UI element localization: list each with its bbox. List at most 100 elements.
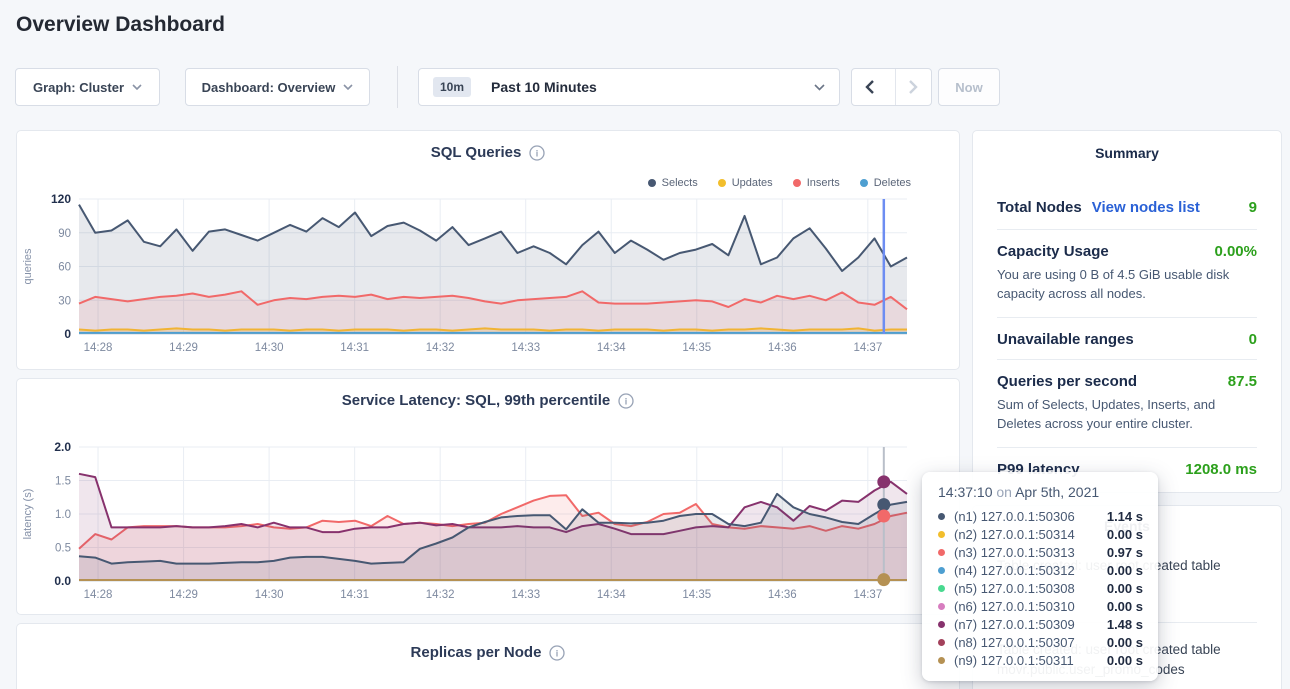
node-color-dot-icon <box>938 531 945 538</box>
service-latency-panel: Service Latency: SQL, 99th percentile i … <box>16 378 960 615</box>
svg-text:14:33: 14:33 <box>511 589 540 601</box>
svg-text:14:34: 14:34 <box>597 589 626 601</box>
qps-label: Queries per second <box>997 373 1137 390</box>
graph-dropdown-label: Graph: Cluster <box>33 80 124 95</box>
node-color-dot-icon <box>938 567 945 574</box>
tooltip-node-row: (n2) 127.0.0.1:50314 0.00 s <box>938 525 1143 543</box>
time-nav-arrows <box>851 68 932 106</box>
node-latency-value: 0.00 s <box>1107 563 1143 578</box>
time-range-label: Past 10 Minutes <box>491 79 597 95</box>
overview-dashboard-page: Overview Dashboard Graph: Cluster Dashbo… <box>0 0 1290 689</box>
node-color-dot-icon <box>938 513 945 520</box>
chevron-down-icon <box>132 84 142 90</box>
capacity-usage-value: 0.00% <box>1214 243 1257 260</box>
node-address: (n5) 127.0.0.1:50308 <box>954 581 1075 596</box>
node-color-dot-icon <box>938 657 945 664</box>
node-latency-value: 0.00 s <box>1107 527 1143 542</box>
time-range-picker[interactable]: 10m Past 10 Minutes <box>418 68 840 106</box>
svg-text:14:31: 14:31 <box>340 589 369 601</box>
info-icon[interactable]: i <box>529 145 545 161</box>
total-nodes-value: 9 <box>1249 199 1257 216</box>
svg-text:0: 0 <box>64 327 71 341</box>
service-latency-chart[interactable]: 14:2814:2914:3014:3114:3214:3314:3414:35… <box>17 423 959 608</box>
node-address: (n6) 127.0.0.1:50310 <box>954 599 1075 614</box>
total-nodes-label: Total Nodes <box>997 199 1082 216</box>
svg-text:14:37: 14:37 <box>853 589 882 601</box>
svg-text:i: i <box>556 648 559 658</box>
node-address: (n9) 127.0.0.1:50311 <box>954 653 1074 668</box>
qps-value: 87.5 <box>1228 373 1257 390</box>
svg-text:14:37: 14:37 <box>853 342 882 354</box>
svg-text:14:31: 14:31 <box>340 342 369 354</box>
node-color-dot-icon <box>938 549 945 556</box>
svg-text:30: 30 <box>58 295 71 307</box>
tooltip-node-row: (n9) 127.0.0.1:503110.00 s <box>938 651 1143 669</box>
now-button[interactable]: Now <box>938 68 1000 106</box>
svg-text:14:30: 14:30 <box>255 342 284 354</box>
tooltip-timestamp: 14:37:10 on Apr 5th, 2021 <box>938 484 1143 500</box>
tooltip-node-row: (n7) 127.0.0.1:50309 1.48 s <box>938 615 1143 633</box>
node-color-dot-icon <box>938 603 945 610</box>
svg-text:14:33: 14:33 <box>511 342 540 354</box>
dashboard-dropdown[interactable]: Dashboard: Overview <box>185 68 370 106</box>
node-address: (n4) 127.0.0.1:50312 <box>954 563 1075 578</box>
capacity-usage-label: Capacity Usage <box>997 243 1109 260</box>
svg-text:i: i <box>536 148 539 158</box>
replicas-title: Replicas per Node <box>411 644 542 661</box>
node-latency-value: 1.14 s <box>1107 509 1143 524</box>
svg-text:14:35: 14:35 <box>682 342 711 354</box>
chart-hover-tooltip: 14:37:10 on Apr 5th, 2021 (n1) 127.0.0.1… <box>922 472 1158 681</box>
node-latency-value: 1.48 s <box>1107 617 1143 632</box>
svg-text:0.5: 0.5 <box>55 543 71 555</box>
toolbar-divider <box>397 66 398 108</box>
svg-text:14:34: 14:34 <box>597 342 626 354</box>
node-address: (n3) 127.0.0.1:50313 <box>954 545 1075 560</box>
svg-text:14:28: 14:28 <box>84 589 113 601</box>
svg-text:14:35: 14:35 <box>682 589 711 601</box>
summary-panel: Summary Total Nodes View nodes list 9 Ca… <box>972 130 1282 493</box>
svg-text:14:29: 14:29 <box>169 589 198 601</box>
svg-text:1.0: 1.0 <box>55 509 71 521</box>
tooltip-node-row: (n1) 127.0.0.1:50306 1.14 s <box>938 507 1143 525</box>
node-address: (n8) 127.0.0.1:50307 <box>954 635 1075 650</box>
node-latency-value: 0.00 s <box>1107 635 1143 650</box>
sql-queries-chart[interactable]: 14:2814:2914:3014:3114:3214:3314:3414:35… <box>17 179 959 361</box>
node-address: (n1) 127.0.0.1:50306 <box>954 509 1075 524</box>
chevron-down-icon <box>343 84 353 90</box>
svg-text:120: 120 <box>51 192 71 206</box>
next-time-button[interactable] <box>895 69 931 105</box>
node-color-dot-icon <box>938 621 945 628</box>
info-icon[interactable]: i <box>549 645 565 661</box>
chevron-right-icon <box>909 80 918 94</box>
service-latency-title: Service Latency: SQL, 99th percentile <box>342 392 610 409</box>
node-address: (n7) 127.0.0.1:50309 <box>954 617 1075 632</box>
graph-dropdown[interactable]: Graph: Cluster <box>15 68 160 106</box>
time-range-badge: 10m <box>433 77 471 97</box>
capacity-usage-desc: You are using 0 B of 4.5 GiB usable disk… <box>997 265 1257 303</box>
svg-text:1.5: 1.5 <box>55 476 71 488</box>
svg-text:14:36: 14:36 <box>768 342 797 354</box>
svg-text:14:30: 14:30 <box>255 589 284 601</box>
page-title: Overview Dashboard <box>16 13 225 37</box>
sql-queries-panel: SQL Queries i SelectsUpdatesInsertsDelet… <box>16 130 960 370</box>
summary-heading: Summary <box>973 145 1281 161</box>
svg-text:2.0: 2.0 <box>54 440 71 454</box>
node-color-dot-icon <box>938 585 945 592</box>
svg-text:14:28: 14:28 <box>84 342 113 354</box>
svg-text:0.0: 0.0 <box>54 574 71 588</box>
view-nodes-list-link[interactable]: View nodes list <box>1092 199 1200 216</box>
unavailable-ranges-label: Unavailable ranges <box>997 331 1134 348</box>
p99-latency-value: 1208.0 ms <box>1185 461 1257 478</box>
node-color-dot-icon <box>938 639 945 646</box>
node-latency-value: 0.00 s <box>1107 599 1143 614</box>
tooltip-node-row: (n4) 127.0.0.1:50312 0.00 s <box>938 561 1143 579</box>
node-address: (n2) 127.0.0.1:50314 <box>954 527 1075 542</box>
tooltip-node-row: (n6) 127.0.0.1:50310 0.00 s <box>938 597 1143 615</box>
sql-queries-title: SQL Queries <box>431 144 522 161</box>
svg-text:90: 90 <box>58 228 71 240</box>
info-icon[interactable]: i <box>618 393 634 409</box>
prev-time-button[interactable] <box>852 69 887 105</box>
svg-text:i: i <box>625 396 628 406</box>
svg-text:14:29: 14:29 <box>169 342 198 354</box>
tooltip-node-row: (n3) 127.0.0.1:503130.97 s <box>938 543 1143 561</box>
